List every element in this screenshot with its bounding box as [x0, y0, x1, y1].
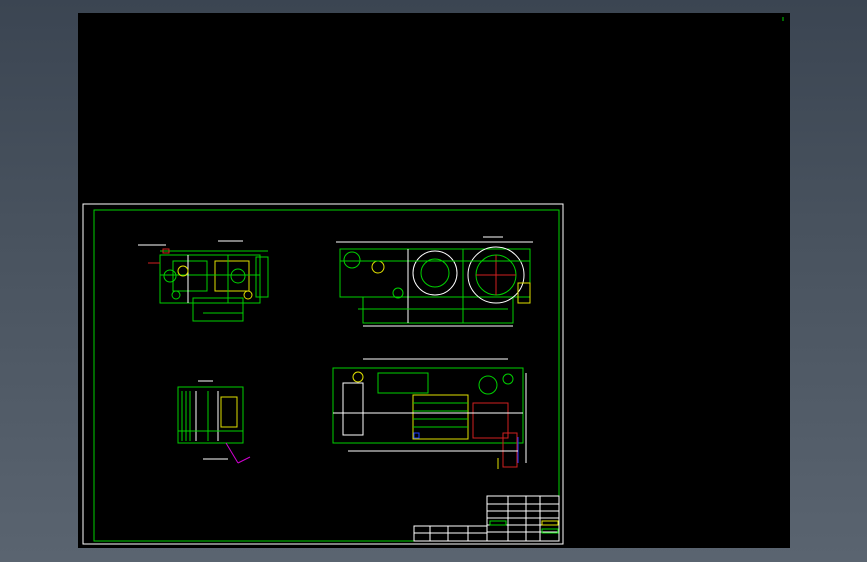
sheet-outer-frame — [82, 203, 564, 545]
drawing-top-right-view[interactable] — [336, 236, 533, 327]
drawing-bottom-left-section[interactable] — [177, 380, 251, 464]
cad-drawing-canvas — [82, 17, 784, 545]
title-block[interactable] — [413, 495, 560, 542]
drawing-bottom-right-section[interactable] — [332, 358, 527, 469]
sheet-inner-border — [93, 209, 560, 542]
drawing-top-left-view[interactable] — [138, 240, 269, 322]
cad-drawing-viewport[interactable] — [78, 13, 790, 548]
